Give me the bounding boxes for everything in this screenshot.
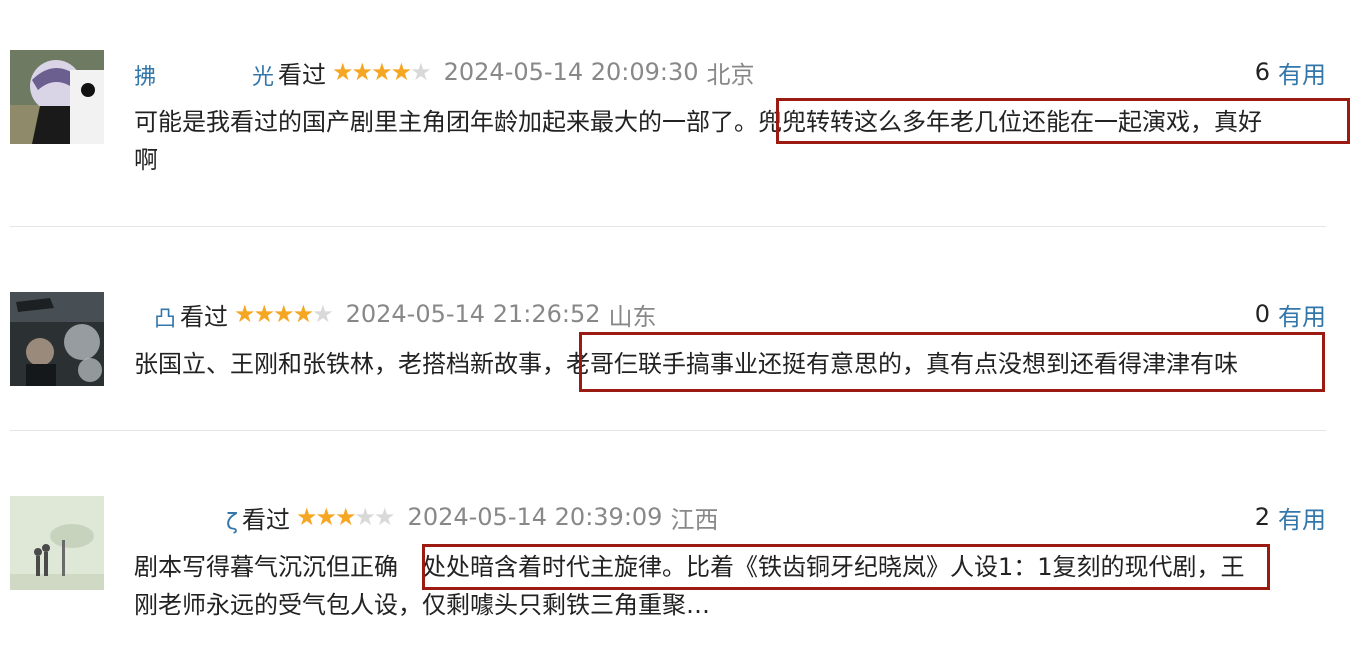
review-location: 江西 [670, 505, 719, 534]
username-tail[interactable]: 光 [252, 65, 274, 90]
star-filled-icon: ★ [295, 503, 317, 531]
star-empty-icon: ★ [354, 503, 376, 531]
review-text: 剧本写得暮气沉沉但正确 处处暗含着时代主旋律。比着《铁齿铜牙纪晓岚》人设1：1复刻… [134, 548, 1245, 624]
review-text: 张国立、王刚和张铁林，老搭档新故事，老哥仨联手搞事业还挺有意思的，真有点没想到还… [134, 345, 1238, 383]
avatar[interactable] [10, 292, 104, 386]
review-time: 2024-05-14 20:09:30 [443, 58, 699, 86]
star-empty-icon: ★ [374, 503, 395, 531]
username-redaction [156, 53, 253, 84]
useful-button[interactable]: 有用 [1278, 297, 1326, 332]
useful-button[interactable]: 有用 [1278, 500, 1326, 535]
avatar[interactable] [10, 496, 104, 590]
useful-votes: 6 有用 [1255, 52, 1326, 92]
username-link[interactable]: ζ [134, 499, 238, 535]
username-tail[interactable]: 凸 [154, 307, 176, 332]
useful-count: 0 [1254, 300, 1270, 328]
review-time: 2024-05-14 21:26:52 [345, 300, 601, 328]
review-text-part: 可能是我看过的国产剧里主角团年龄加起来最大的一部了。 [134, 108, 758, 136]
review-meta: ζ 看过 ★ ★ ★ ★ ★ 2024-05-14 20:39:09 江西 [134, 497, 718, 537]
review-meta: 凸 看过 ★ ★ ★ ★ ★ 2024-05-14 21:26:52 山东 [134, 294, 657, 334]
star-filled-icon: ★ [253, 300, 275, 328]
review-text-part: 张国立、王刚和张铁林，老搭档新故事， [134, 350, 566, 378]
review-location: 北京 [706, 60, 755, 89]
username-link[interactable]: 拂光 [134, 53, 274, 91]
review-line: 刚老师永远的受气包人设，仅剩噱头只剩铁三角重聚… [134, 591, 710, 619]
review-text-part: ，王 [1196, 553, 1245, 581]
review-text-highlighted: 处处暗含着时代主旋律。比着《铁齿铜牙纪晓岚》人设1：1复刻的现代剧 [422, 553, 1197, 581]
username-link[interactable]: 凸 [134, 295, 176, 333]
star-rating: ★ ★ ★ ★ ★ [295, 503, 396, 531]
review-time: 2024-05-14 20:39:09 [407, 503, 663, 531]
review-line: 啊 [134, 146, 158, 174]
review-text-highlighted: 老哥仨联手搞事业还挺有意思的，真有点没想到还看得津津有味 [566, 350, 1238, 378]
watched-label: 看过 [241, 505, 290, 534]
useful-button[interactable]: 有用 [1278, 55, 1326, 90]
review-text: 可能是我看过的国产剧里主角团年龄加起来最大的一部了。兜兜转转这么多年老几位还能在… [134, 103, 1262, 179]
star-filled-icon: ★ [292, 300, 314, 328]
review-item: 凸 看过 ★ ★ ★ ★ ★ 2024-05-14 21:26:52 山东 0 有用 张… [0, 240, 1352, 430]
star-filled-icon: ★ [390, 58, 412, 86]
review-line: 可能是我看过的国产剧里主角团年龄加起来最大的一部了。兜兜转转这么多年老几位还能在… [134, 103, 1262, 141]
star-filled-icon: ★ [234, 300, 255, 328]
useful-count: 2 [1254, 503, 1270, 531]
star-empty-icon: ★ [410, 58, 431, 86]
review-item: ζ 看过 ★ ★ ★ ★ ★ 2024-05-14 20:39:09 江西 2 有用 剧… [0, 440, 1352, 663]
divider [10, 226, 1326, 227]
star-empty-icon: ★ [312, 300, 333, 328]
review-item: 拂光 看过 ★ ★ ★ ★ ★ 2024-05-14 20:09:30 北京 6 有用 … [0, 0, 1352, 220]
review-meta: 拂光 看过 ★ ★ ★ ★ ★ 2024-05-14 20:09:30 北京 [134, 52, 755, 92]
review-location: 山东 [608, 302, 657, 331]
star-filled-icon: ★ [332, 58, 353, 86]
username-text[interactable]: 拂 [134, 65, 156, 90]
useful-votes: 2 有用 [1255, 497, 1326, 537]
watched-label: 看过 [180, 302, 229, 331]
review-line: 张国立、王刚和张铁林，老搭档新故事，老哥仨联手搞事业还挺有意思的，真有点没想到还… [134, 345, 1238, 383]
useful-votes: 0 有用 [1255, 294, 1326, 334]
star-filled-icon: ★ [351, 58, 373, 86]
review-text-highlighted: 兜兜转转这么多年老几位还能在一起演戏，真好 [758, 108, 1262, 136]
username-redaction [134, 499, 226, 529]
review-line: 剧本写得暮气沉沉但正确 处处暗含着时代主旋律。比着《铁齿铜牙纪晓岚》人设1：1复刻… [134, 548, 1245, 586]
star-rating: ★ ★ ★ ★ ★ [332, 58, 432, 86]
review-text-part: 剧本写得暮气沉沉但正确 [134, 553, 398, 581]
star-filled-icon: ★ [371, 58, 392, 86]
star-rating: ★ ★ ★ ★ ★ [234, 300, 334, 328]
watched-label: 看过 [278, 60, 327, 89]
star-filled-icon: ★ [335, 503, 356, 531]
star-filled-icon: ★ [315, 503, 336, 531]
username-redaction [134, 295, 154, 326]
divider [10, 430, 1326, 431]
avatar[interactable] [10, 50, 104, 144]
useful-count: 6 [1254, 58, 1270, 86]
star-filled-icon: ★ [273, 300, 294, 328]
username-tail[interactable]: ζ [226, 510, 238, 535]
